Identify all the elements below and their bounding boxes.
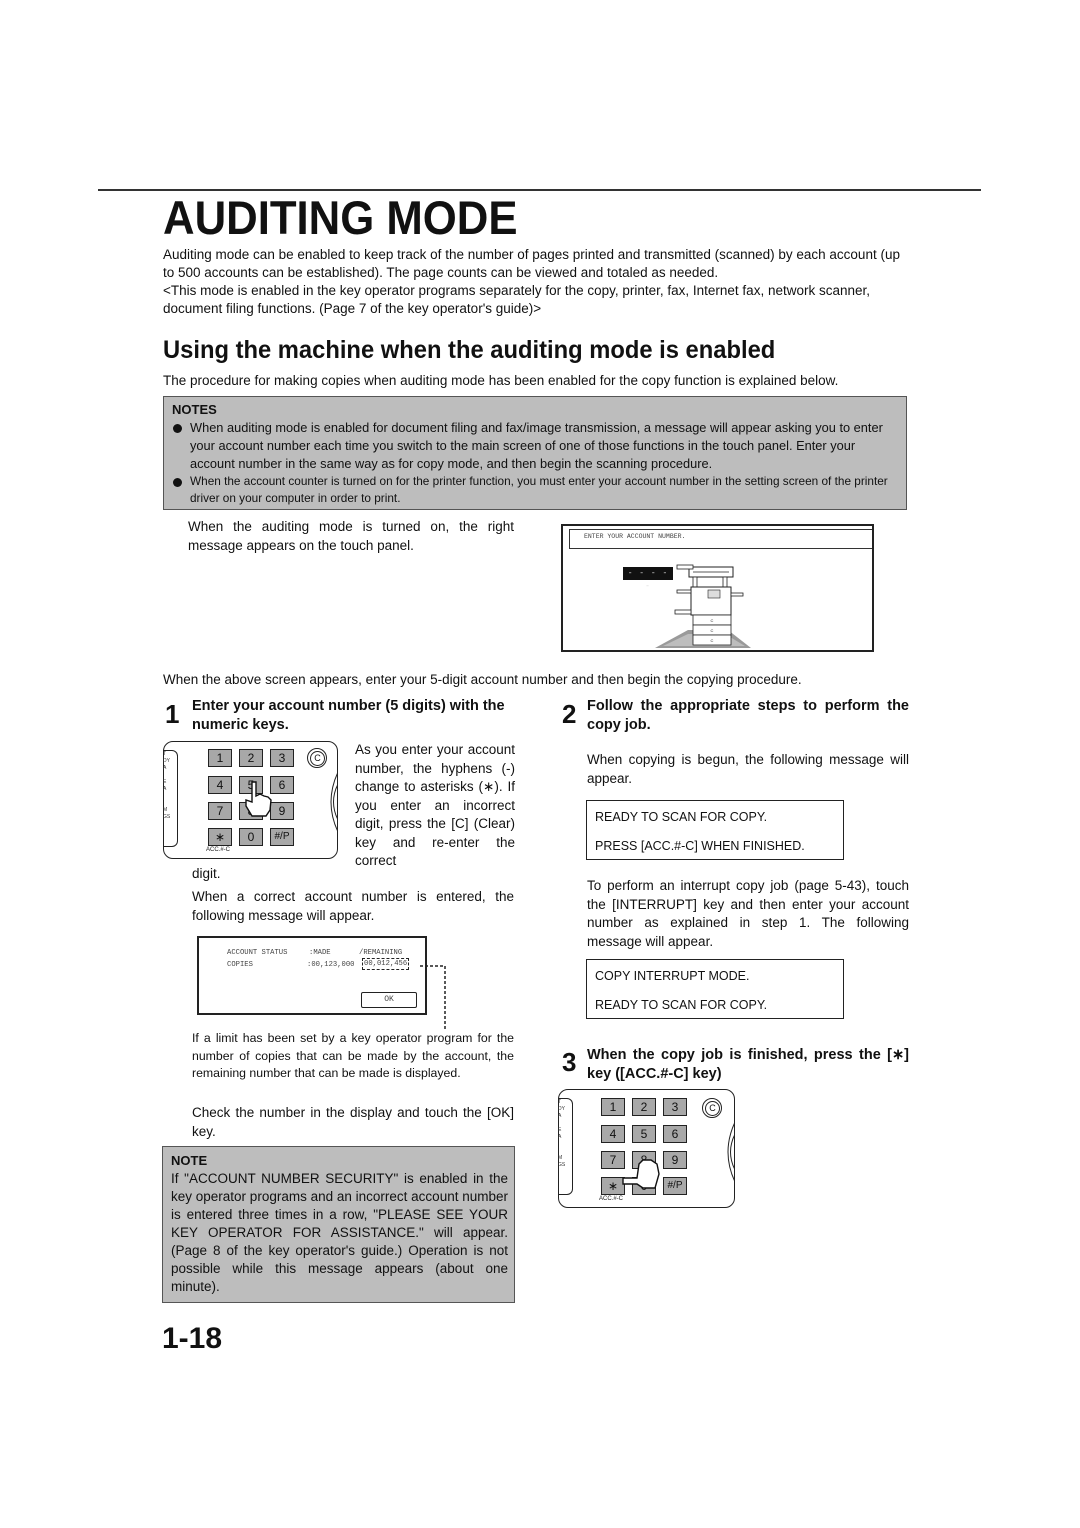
limit-note: If a limit has been set by a key operato… bbox=[192, 1031, 514, 1080]
key-1[interactable]: 1 bbox=[208, 749, 232, 767]
key-5[interactable]: 5 bbox=[632, 1125, 656, 1143]
notes-item: When auditing mode is enabled for docume… bbox=[172, 419, 898, 473]
dial-edge-icon bbox=[727, 1122, 735, 1182]
step-3-title: When the copy job is finished, press the… bbox=[587, 1047, 909, 1082]
key-4[interactable]: 4 bbox=[601, 1125, 625, 1143]
keypad-side-labels: T DY A E A M GS bbox=[558, 1098, 573, 1195]
message-line: READY TO SCAN FOR COPY. bbox=[595, 810, 768, 824]
key-0[interactable]: 0 bbox=[239, 828, 263, 846]
message-line: READY TO SCAN FOR COPY. bbox=[595, 998, 768, 1012]
callout-leader-line bbox=[420, 965, 446, 1030]
account-status-panel: ACCOUNT STATUS :MADE /REMAINING COPIES :… bbox=[197, 936, 427, 1015]
step-2-number: 2 bbox=[562, 699, 577, 729]
tray-label: C bbox=[711, 618, 714, 623]
remaining-value: 00,012,456 bbox=[362, 958, 410, 970]
ready-to-scan-message: READY TO SCAN FOR COPY. PRESS [ACC.#-C] … bbox=[586, 800, 844, 860]
intro-paragraph-note: <This mode is enabled in the key operato… bbox=[163, 283, 870, 316]
remaining-label: /REMAINING bbox=[359, 949, 403, 957]
key-1[interactable]: 1 bbox=[601, 1098, 625, 1116]
pointing-hand-icon bbox=[622, 1159, 660, 1189]
step-2-title: Follow the appropriate steps to perform … bbox=[587, 698, 909, 733]
message-line: PRESS [ACC.#-C] WHEN FINISHED. bbox=[595, 839, 805, 853]
interrupt-mode-message: COPY INTERRUPT MODE. READY TO SCAN FOR C… bbox=[586, 959, 844, 1019]
made-label: :MADE bbox=[309, 949, 331, 957]
key-6[interactable]: 6 bbox=[663, 1125, 687, 1143]
step-3-number: 3 bbox=[562, 1047, 577, 1077]
page-title: AUDITING MODE bbox=[163, 191, 518, 244]
copies-label: COPIES bbox=[227, 961, 253, 969]
page-number: 1-18 bbox=[162, 1322, 223, 1355]
tray-label: C bbox=[711, 628, 714, 633]
step-1-tail-text: digit. bbox=[192, 866, 221, 881]
made-value: :00,123,000 bbox=[307, 961, 355, 969]
key-3[interactable]: 3 bbox=[270, 749, 294, 767]
dial-edge-icon bbox=[330, 772, 338, 832]
key-7[interactable]: 7 bbox=[208, 802, 232, 820]
pointing-hand-icon bbox=[245, 781, 272, 817]
check-ok-text: Check the number in the display and touc… bbox=[192, 1105, 514, 1139]
step-1-body: When a correct account number is entered… bbox=[192, 889, 514, 923]
acc-key-label: ACC.#-C bbox=[206, 847, 231, 853]
intro: Auditing mode can be enabled to keep tra… bbox=[163, 246, 911, 318]
message-line: COPY INTERRUPT MODE. bbox=[595, 969, 750, 983]
clear-key-label: C bbox=[705, 1101, 720, 1116]
ok-button[interactable]: OK bbox=[361, 992, 417, 1008]
key-asterisk[interactable]: ∗ bbox=[208, 828, 232, 846]
tray-label: C bbox=[711, 638, 714, 643]
keypad-side-labels: T DY A E A M GS bbox=[163, 750, 178, 847]
notes-title: NOTES bbox=[172, 402, 217, 417]
section-heading: Using the machine when the auditing mode… bbox=[163, 336, 776, 364]
account-status-label: ACCOUNT STATUS bbox=[227, 949, 288, 957]
note-title: NOTE bbox=[171, 1153, 208, 1168]
key-2[interactable]: 2 bbox=[239, 749, 263, 767]
copier-illustration-icon: C C C bbox=[655, 564, 751, 648]
step-1-number: 1 bbox=[165, 699, 180, 729]
key-4[interactable]: 4 bbox=[208, 776, 232, 794]
note-box: NOTE If "ACCOUNT NUMBER SECURITY" is ena… bbox=[162, 1146, 515, 1303]
key-2[interactable]: 2 bbox=[632, 1098, 656, 1116]
numeric-keypad: TDYAEAMGS 1 2 3 4 5 6 7 8 9 ∗ 0 #/P C AC… bbox=[163, 741, 338, 859]
touch-panel-intro: When the auditing mode is turned on, the… bbox=[188, 519, 514, 553]
note-body: If "ACCOUNT NUMBER SECURITY" is enabled … bbox=[171, 1171, 508, 1294]
clear-key-label: C bbox=[310, 751, 325, 766]
key-hash-p[interactable]: #/P bbox=[663, 1177, 687, 1195]
notes-box: NOTES When auditing mode is enabled for … bbox=[163, 396, 907, 510]
key-hash-p[interactable]: #/P bbox=[270, 828, 294, 846]
key-9[interactable]: 9 bbox=[663, 1151, 687, 1169]
touch-panel-message: ENTER YOUR ACCOUNT NUMBER. bbox=[569, 529, 872, 549]
numeric-keypad-step3: TDYAEAMGS 1 2 3 4 5 6 7 8 9 ∗ 0 #/P C AC… bbox=[558, 1089, 735, 1208]
intro-paragraph: Auditing mode can be enabled to keep tra… bbox=[163, 247, 900, 280]
clear-key[interactable]: C bbox=[307, 748, 327, 768]
section-lead: The procedure for making copies when aud… bbox=[163, 373, 839, 388]
step-1-title: Enter your account number (5 digits) wit… bbox=[192, 698, 505, 733]
interrupt-text: To perform an interrupt copy job (page 5… bbox=[587, 878, 909, 949]
key-3[interactable]: 3 bbox=[663, 1098, 687, 1116]
touch-panel-screen: ENTER YOUR ACCOUNT NUMBER. - - - - - C C… bbox=[561, 524, 874, 652]
step-1-side-text: As you enter your account number, the hy… bbox=[355, 742, 515, 868]
clear-key[interactable]: C bbox=[702, 1098, 722, 1118]
notes-item: When the account counter is turned on fo… bbox=[172, 473, 898, 507]
step-2-body: When copying is begun, the following mes… bbox=[587, 752, 909, 786]
after-screen-text: When the above screen appears, enter you… bbox=[163, 672, 802, 687]
acc-key-label: ACC.#-C bbox=[599, 1196, 624, 1202]
